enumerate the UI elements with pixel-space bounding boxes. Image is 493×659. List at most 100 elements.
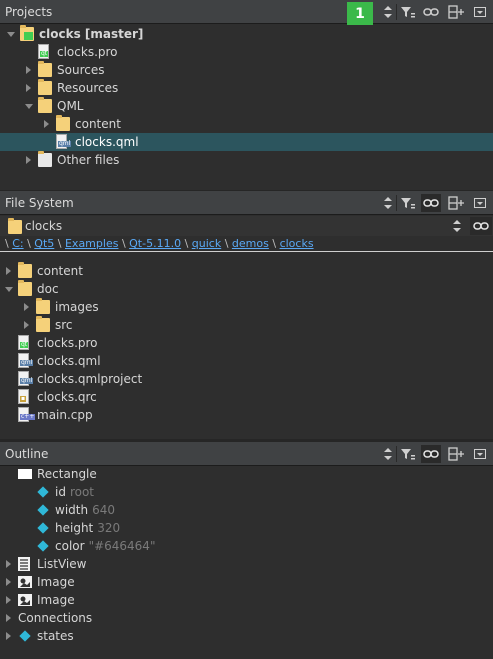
tree-row[interactable]: qt clocks.pro <box>0 43 493 61</box>
tree-item-label: clocks [master] <box>39 27 143 41</box>
expand-right-icon[interactable] <box>24 303 29 311</box>
breadcrumb-link[interactable]: quick <box>192 237 221 250</box>
image-icon <box>18 576 32 588</box>
divider <box>396 4 397 20</box>
expand-right-icon[interactable] <box>6 614 11 622</box>
tree-row[interactable]: src <box>0 316 493 334</box>
breadcrumb-link[interactable]: Examples <box>65 237 118 250</box>
expand-right-icon[interactable] <box>6 632 11 640</box>
folder-icon <box>56 115 70 131</box>
tree-row[interactable]: width 640 <box>0 501 493 519</box>
item-name: Image <box>37 593 75 607</box>
expand-right-icon[interactable] <box>6 578 11 586</box>
tree-row[interactable]: Image <box>0 591 493 609</box>
other-files-icon <box>38 151 52 167</box>
expand-right-icon[interactable] <box>6 560 11 568</box>
item-name: states <box>37 629 74 643</box>
outline-header: Outline <box>0 442 493 466</box>
link-icon[interactable] <box>421 194 441 212</box>
view-switch-icon[interactable] <box>378 3 398 21</box>
item-name: Sources <box>57 63 105 77</box>
folder-icon <box>18 262 32 278</box>
expand-right-icon[interactable] <box>26 66 31 74</box>
item-name: clocks.pro <box>57 45 118 59</box>
qmlproject-file-icon: qml <box>18 371 34 386</box>
split-icon[interactable] <box>446 3 466 21</box>
filter-icon[interactable] <box>398 194 418 212</box>
tree-item-label: main.cpp <box>37 408 93 422</box>
expand-down-icon[interactable] <box>25 104 33 109</box>
tree-item-label: src <box>55 318 73 332</box>
close-pane-icon[interactable] <box>470 194 490 212</box>
tree-row[interactable]: qt clocks.pro <box>0 334 493 352</box>
breadcrumb-link[interactable]: Qt-5.11.0 <box>129 237 181 250</box>
folder-icon <box>18 280 32 296</box>
item-name: clocks.qml <box>75 135 139 149</box>
tree-row[interactable]: QML <box>0 97 493 115</box>
tree-row[interactable]: Connections <box>0 609 493 627</box>
expand-right-icon[interactable] <box>26 84 31 92</box>
projects-title: Projects <box>5 5 53 19</box>
tree-row[interactable]: Image <box>0 573 493 591</box>
tree-item-label: states <box>37 629 74 643</box>
split-icon[interactable] <box>446 445 466 463</box>
sources-folder-icon <box>38 61 52 77</box>
expand-right-icon[interactable] <box>26 156 31 164</box>
item-name: doc <box>37 282 59 296</box>
tree-row[interactable]: qml clocks.qml <box>0 133 493 151</box>
tree-row[interactable]: Rectangle <box>0 465 493 483</box>
link-icon[interactable] <box>421 3 441 21</box>
property-icon <box>19 630 31 642</box>
tree-row[interactable]: c++ main.cpp <box>0 406 493 424</box>
property-icon <box>37 504 49 516</box>
item-name: height <box>55 521 94 535</box>
tree-row[interactable]: doc <box>0 280 493 298</box>
expand-right-icon[interactable] <box>24 321 29 329</box>
close-pane-icon[interactable] <box>470 445 490 463</box>
item-name: Connections <box>18 611 93 625</box>
divider <box>396 195 397 211</box>
item-name: clocks [master] <box>39 27 144 41</box>
tree-row[interactable]: states <box>0 627 493 645</box>
directory-combo[interactable]: clocks <box>0 216 493 236</box>
tree-row[interactable]: images <box>0 298 493 316</box>
filter-icon[interactable] <box>398 3 418 21</box>
view-switch-icon[interactable] <box>378 445 398 463</box>
tree-row[interactable]: ▪ clocks.qrc <box>0 388 493 406</box>
property-icon <box>37 522 49 534</box>
tree-row[interactable]: qml clocks.qml <box>0 352 493 370</box>
output-badge[interactable]: 1 <box>347 2 373 25</box>
tree-row[interactable]: content <box>0 115 493 133</box>
tree-row[interactable]: height 320 <box>0 519 493 537</box>
expand-down-icon[interactable] <box>7 32 15 37</box>
tree-row[interactable]: Resources <box>0 79 493 97</box>
tree-row[interactable]: clocks [master] <box>0 25 493 43</box>
tree-row[interactable]: qml clocks.qmlproject <box>0 370 493 388</box>
item-name: main.cpp <box>37 408 93 422</box>
tree-row[interactable]: color "#646464" <box>0 537 493 555</box>
expand-down-icon[interactable] <box>5 287 13 292</box>
close-pane-icon[interactable] <box>470 3 490 21</box>
tree-item-label: Connections <box>18 611 92 625</box>
expand-right-icon[interactable] <box>6 267 11 275</box>
view-switch-icon[interactable] <box>378 194 398 212</box>
breadcrumb-link[interactable]: Qt5 <box>34 237 54 250</box>
filesystem-pane: File System clocks \ C: \ Qt5 \ Examples… <box>0 191 493 439</box>
breadcrumb-link[interactable]: clocks <box>280 237 314 250</box>
tree-row[interactable]: Other files <box>0 151 493 169</box>
expand-right-icon[interactable] <box>6 596 11 604</box>
link-icon[interactable] <box>421 445 441 463</box>
projects-pane: Projects 1 clocks [master] qt clocks.pro So… <box>0 0 493 190</box>
sync-link-icon[interactable] <box>470 217 492 235</box>
tree-row[interactable]: Sources <box>0 61 493 79</box>
expand-right-icon[interactable] <box>44 120 49 128</box>
item-name: content <box>75 117 121 131</box>
filter-icon[interactable] <box>398 445 418 463</box>
breadcrumb-link[interactable]: C: <box>12 237 23 250</box>
breadcrumb-link[interactable]: demos <box>232 237 269 250</box>
tree-row[interactable]: content <box>0 262 493 280</box>
split-icon[interactable] <box>446 194 466 212</box>
tree-row[interactable]: id root <box>0 483 493 501</box>
tree-row[interactable]: ListView <box>0 555 493 573</box>
tree-item-label: clocks.qml <box>75 135 139 149</box>
